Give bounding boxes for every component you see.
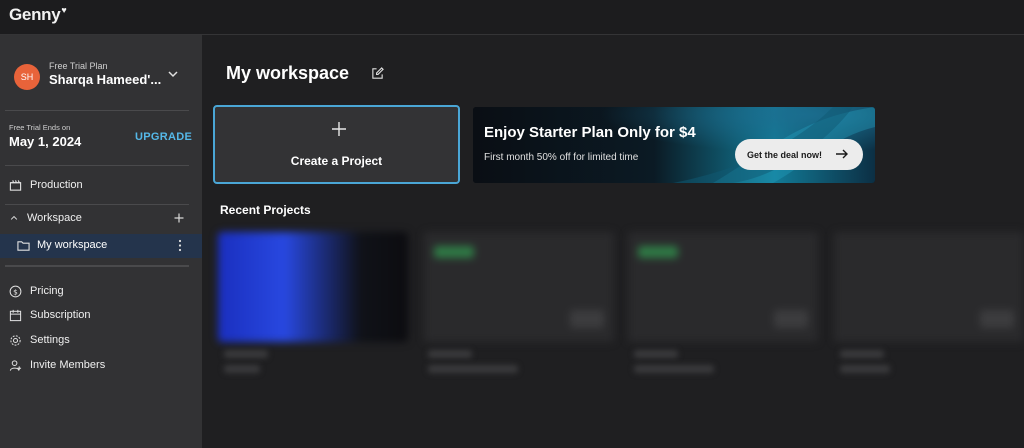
folder-icon: [17, 241, 30, 251]
divider: [5, 204, 189, 205]
logo-text: Genny: [9, 5, 61, 24]
sidebar-item-subscription[interactable]: Subscription: [9, 305, 91, 325]
arrow-right-icon: [836, 149, 848, 159]
edit-icon[interactable]: [371, 67, 384, 80]
sidebar-item-workspace[interactable]: Workspace: [9, 208, 82, 228]
more-options-icon[interactable]: [176, 239, 184, 252]
project-thumbnail[interactable]: [218, 232, 408, 342]
trial-date: May 1, 2024: [9, 134, 82, 149]
sidebar-item-settings[interactable]: Settings: [9, 330, 70, 350]
trial-label: Free Trial Ends on: [9, 123, 71, 132]
top-bar: Genny♥: [0, 0, 1024, 35]
project-caption: [224, 365, 260, 373]
create-project-label: Create a Project: [290, 154, 383, 168]
sidebar-item-label: Settings: [30, 334, 70, 346]
promo-title: Enjoy Starter Plan Only for $4: [484, 124, 696, 141]
chevron-down-icon[interactable]: [166, 67, 180, 81]
project-caption: [428, 350, 472, 358]
sidebar-item-label: My workspace: [37, 239, 108, 251]
app-logo[interactable]: Genny♥: [9, 5, 67, 25]
sidebar-item-label: Subscription: [30, 309, 91, 321]
create-project-button[interactable]: Create a Project: [213, 105, 460, 184]
project-thumbnail[interactable]: [628, 232, 818, 342]
sidebar-item-label: Workspace: [27, 212, 82, 224]
divider: [5, 110, 189, 111]
plus-icon: [332, 122, 346, 136]
divider: [5, 265, 189, 267]
sidebar-item-production[interactable]: Production: [9, 175, 83, 195]
project-caption: [840, 350, 884, 358]
project-caption: [840, 365, 890, 373]
sidebar-item-label: Production: [30, 179, 83, 191]
sidebar: SH Free Trial Plan Sharqa Hameed'... Fre…: [0, 35, 202, 448]
project-caption: [224, 350, 268, 358]
divider: [5, 165, 189, 166]
recent-projects-heading: Recent Projects: [220, 203, 311, 217]
dollar-icon: $: [9, 285, 22, 297]
get-deal-button[interactable]: Get the deal now!: [735, 139, 863, 170]
project-caption: [428, 365, 518, 373]
logo-mark-icon: ♥: [61, 5, 67, 16]
add-user-icon: [9, 359, 22, 371]
chevron-up-icon: [10, 215, 18, 220]
svg-text:$: $: [13, 287, 18, 296]
main-content: My workspace Create a Project Enjoy Star…: [202, 35, 1024, 448]
gear-icon: [10, 334, 21, 346]
sidebar-item-invite-members[interactable]: Invite Members: [9, 355, 105, 375]
sidebar-item-pricing[interactable]: $ Pricing: [9, 281, 64, 301]
project-thumbnail[interactable]: [834, 232, 1024, 342]
clapperboard-icon: [9, 179, 22, 191]
sidebar-item-label: Invite Members: [30, 359, 106, 371]
add-workspace-icon[interactable]: [174, 213, 184, 223]
get-deal-label: Get the deal now!: [747, 149, 823, 160]
calendar-icon: [9, 309, 22, 321]
promo-subtitle: First month 50% off for limited time: [484, 152, 639, 163]
sidebar-item-label: Pricing: [30, 285, 64, 297]
plan-label: Free Trial Plan: [49, 61, 108, 71]
page-title: My workspace: [226, 63, 350, 83]
project-thumbnail[interactable]: [424, 232, 614, 342]
user-menu[interactable]: SH Free Trial Plan Sharqa Hameed'...: [14, 61, 194, 90]
project-caption: [634, 365, 714, 373]
promo-banner[interactable]: Enjoy Starter Plan Only for $4 First mon…: [473, 107, 875, 183]
user-name: Sharqa Hameed'...: [49, 72, 162, 87]
upgrade-button[interactable]: UPGRADE: [135, 131, 192, 143]
avatar: SH: [14, 64, 40, 90]
project-caption: [634, 350, 678, 358]
